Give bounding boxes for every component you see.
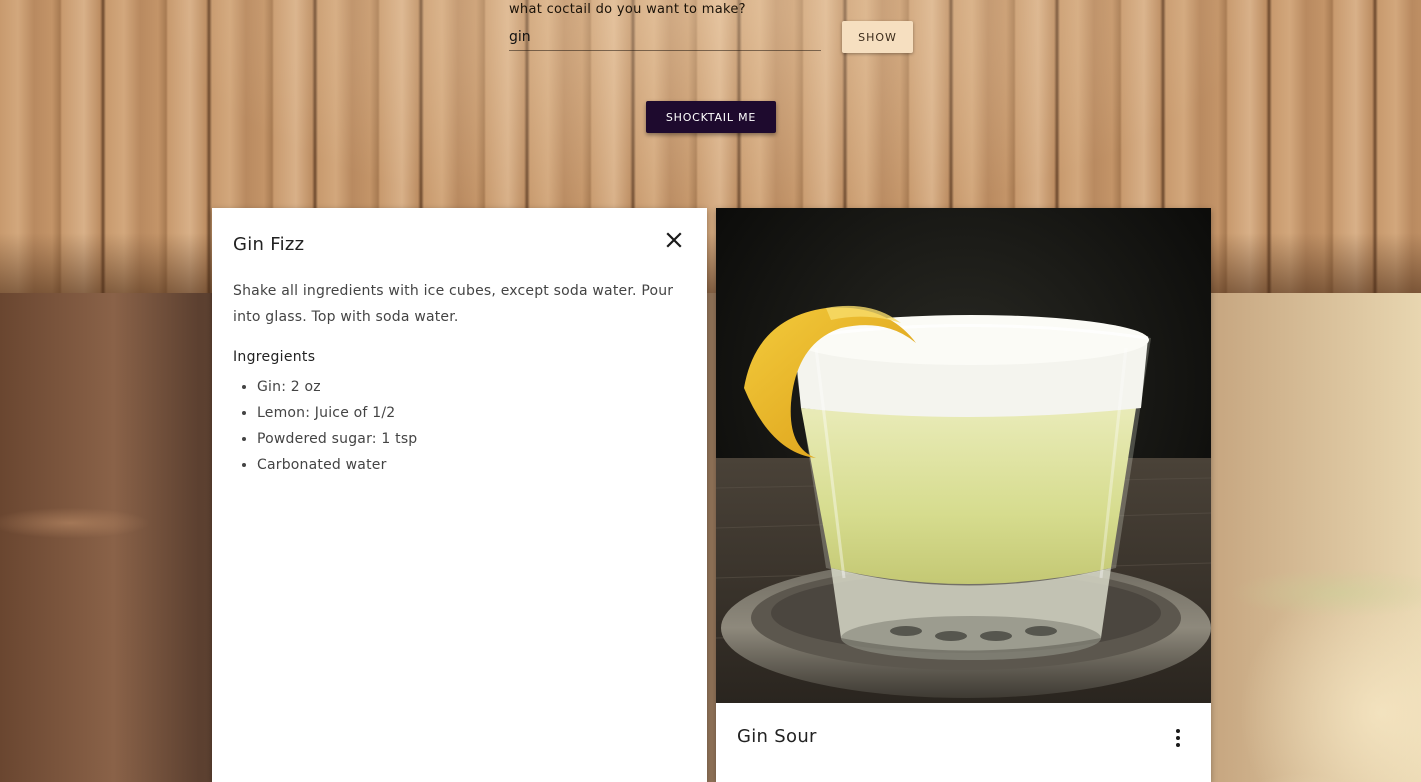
show-button[interactable]: Show bbox=[842, 21, 913, 53]
ingredients-heading: Ingregients bbox=[233, 349, 316, 365]
page: what coctail do you want to make? Show S… bbox=[0, 0, 1421, 782]
drink-title: Gin Sour bbox=[737, 726, 817, 747]
search-input[interactable] bbox=[509, 24, 821, 51]
drink-card[interactable]: Gin Sour bbox=[716, 208, 1211, 782]
ingredient-item: Lemon: Juice of 1/2 bbox=[257, 400, 417, 426]
ingredient-item: Powdered sugar: 1 tsp bbox=[257, 426, 417, 452]
more-vert-icon bbox=[1176, 729, 1180, 747]
close-icon bbox=[666, 232, 682, 248]
ingredient-item: Gin: 2 oz bbox=[257, 374, 417, 400]
more-options-button[interactable] bbox=[1166, 726, 1190, 750]
recipe-instructions: Shake all ingredients with ice cubes, ex… bbox=[233, 283, 674, 325]
shocktail-me-button[interactable]: Shocktail me bbox=[646, 101, 776, 133]
ingredients-list: Gin: 2 oz Lemon: Juice of 1/2 Powdered s… bbox=[233, 374, 417, 478]
ingredient-item: Carbonated water bbox=[257, 452, 417, 478]
close-button[interactable] bbox=[662, 228, 686, 252]
drink-photo[interactable] bbox=[716, 208, 1211, 703]
recipe-card: Gin Fizz Shake all ingredients with ice … bbox=[212, 208, 707, 782]
recipe-title: Gin Fizz bbox=[233, 234, 305, 255]
search-label: what coctail do you want to make? bbox=[509, 2, 746, 17]
